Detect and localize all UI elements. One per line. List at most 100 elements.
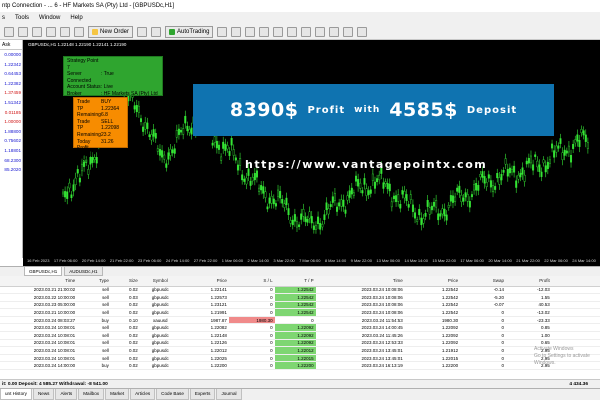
- tab-market[interactable]: Market: [105, 389, 130, 400]
- navigator-icon[interactable]: [60, 26, 70, 37]
- zoom-out-icon[interactable]: [273, 26, 284, 37]
- bar-chart-icon[interactable]: [217, 26, 228, 37]
- templates-icon[interactable]: [357, 26, 368, 37]
- candlestick-icon[interactable]: [231, 26, 242, 37]
- menu-item-tools[interactable]: Tools: [15, 15, 29, 21]
- table-row[interactable]: 2023.03.24 10:08:01 sell 0.02 gbpusdc 1.2202…: [0, 354, 600, 363]
- history-column-header[interactable]: Profit: [505, 276, 552, 287]
- market-watch-ask-value[interactable]: 1.88800: [0, 127, 22, 137]
- history-cell: 1.22542: [404, 308, 461, 317]
- terminal-icon[interactable]: [74, 26, 84, 37]
- profiles-icon[interactable]: [18, 26, 28, 37]
- market-watch-ask-value[interactable]: 0.01185: [0, 108, 22, 118]
- tile-windows-icon[interactable]: [287, 26, 298, 37]
- time-axis-label: 1 Mar 06:00: [221, 258, 244, 263]
- history-cell: 1.22542: [274, 308, 316, 317]
- history-column-header[interactable]: [551, 276, 600, 287]
- market-watch-icon[interactable]: [32, 26, 42, 37]
- table-row[interactable]: 2023.03.24 10:08:01 sell 0.02 gbpusdc 1.2201…: [0, 346, 600, 355]
- autotrading-button[interactable]: AutoTrading: [165, 25, 214, 38]
- tab-gbpusdc[interactable]: GBPUSDc,H1: [24, 267, 63, 276]
- candle-body: [439, 213, 442, 217]
- menu-item-file[interactable]: s: [2, 15, 5, 21]
- candle-body: [373, 181, 376, 189]
- trade-label: Remaining: [77, 131, 101, 138]
- data-window-icon[interactable]: [46, 26, 56, 37]
- market-watch-ask-value[interactable]: 1.00000: [0, 117, 22, 127]
- candle-body: [361, 190, 364, 194]
- market-watch-ask-value[interactable]: 1.22342: [0, 60, 22, 70]
- candle-body: [251, 177, 254, 182]
- tab-code-base[interactable]: Code Base: [156, 389, 189, 400]
- market-watch-ask-value[interactable]: 0.64453: [0, 69, 22, 79]
- candle-body: [411, 204, 414, 212]
- tab-mailbox[interactable]: Mailbox: [78, 389, 105, 400]
- history-column-header[interactable]: T / P: [274, 276, 316, 287]
- history-column-header[interactable]: Swap: [460, 276, 506, 287]
- history-column-header[interactable]: Size: [110, 276, 140, 287]
- history-column-header[interactable]: Symbol: [139, 276, 181, 287]
- new-order-button[interactable]: New Order: [88, 25, 134, 38]
- history-cell: 2023.03.24 08:03:27: [0, 316, 78, 325]
- menu-bar: s Tools Window Help: [0, 12, 600, 24]
- history-column-header[interactable]: Type: [77, 276, 111, 287]
- table-row[interactable]: 2023.03.21 21:00:02 sell 0.02 gbpusdc 1.2214…: [0, 286, 600, 295]
- tab-news[interactable]: News: [32, 389, 55, 400]
- candle-body: [245, 177, 248, 185]
- tab-audusdc[interactable]: AUDUSDc,H1: [64, 267, 103, 276]
- history-column-header[interactable]: Time: [0, 276, 78, 287]
- candle-body: [230, 138, 233, 146]
- strategy-tester-icon[interactable]: [151, 26, 162, 37]
- autoscroll-icon[interactable]: [301, 26, 312, 37]
- candle-body: [342, 199, 345, 207]
- history-cell: 0.02: [110, 286, 140, 295]
- line-chart-icon[interactable]: [245, 26, 256, 37]
- market-watch-ask-value[interactable]: 0.75602: [0, 136, 22, 146]
- tab-articles[interactable]: Articles: [130, 389, 156, 400]
- history-cell: 2023.03.24 13:45:01: [315, 346, 405, 355]
- candle-body: [433, 201, 436, 207]
- time-axis-label: 8 Mar 14:00: [324, 258, 347, 263]
- history-cell: 1.22015: [274, 354, 316, 363]
- market-watch-ask-value[interactable]: 1.18801: [0, 146, 22, 156]
- candle-body: [557, 145, 560, 149]
- tab-alerts[interactable]: Alerts: [55, 389, 78, 400]
- menu-item-help[interactable]: Help: [70, 15, 82, 21]
- table-row[interactable]: 2023.03.24 08:03:27 buy 0.10 xauusd 1987.87 1…: [0, 316, 600, 325]
- new-chart-icon[interactable]: [4, 26, 14, 37]
- price-chart[interactable]: GBPUSDc,H1 1.22148 1.22190 1.22141 1.221…: [23, 40, 600, 266]
- tab-unt-history[interactable]: unt History: [0, 389, 32, 400]
- indicators-icon[interactable]: [329, 26, 340, 37]
- table-row[interactable]: 2023.03.21 10:00:00 sell 0.02 gbpusdc 1.2199…: [0, 308, 600, 317]
- market-watch-ask-value[interactable]: 85.2020: [0, 165, 22, 175]
- table-row[interactable]: 2023.03.24 10:08:01 sell 0.02 gbpusdc 1.2212…: [0, 339, 600, 348]
- history-column-header[interactable]: Price: [404, 276, 461, 287]
- history-column-header[interactable]: Time: [315, 276, 405, 287]
- menu-item-window[interactable]: Window: [39, 15, 60, 21]
- metaeditor-icon[interactable]: [137, 26, 148, 37]
- chart-tabs: GBPUSDc,H1 AUDUSDc,H1: [0, 266, 600, 276]
- table-row[interactable]: 2023.03.24 10:08:01 sell 0.02 gbpusdc 1.2214…: [0, 331, 600, 340]
- zoom-in-icon[interactable]: [259, 26, 270, 37]
- tab-journal[interactable]: Journal: [216, 389, 242, 400]
- market-watch-ask-value[interactable]: 1.37459: [0, 88, 22, 98]
- periods-icon[interactable]: [343, 26, 354, 37]
- table-row[interactable]: 2023.03.22 10:00:00 sell 0.03 gbpusdc 1.2257…: [0, 293, 600, 302]
- candle-body: [489, 180, 492, 188]
- market-watch-ask-value[interactable]: 1.51342: [0, 98, 22, 108]
- candle-body: [165, 163, 168, 168]
- table-row[interactable]: 2023.03.23 05:00:00 sell 0.02 gbpusdc 1.2312…: [0, 301, 600, 310]
- table-row[interactable]: 2023.03.24 10:08:01 sell 0.02 gbpusdc 1.2208…: [0, 323, 600, 333]
- candle-body: [428, 207, 431, 215]
- table-row[interactable]: 2023.03.24 14:00:00 buy 0.02 gbpusdc 1.22200…: [0, 361, 600, 371]
- history-column-header[interactable]: S / L: [228, 276, 275, 287]
- history-cell: 1.22200: [274, 361, 316, 371]
- history-column-header[interactable]: Price: [180, 276, 229, 287]
- chart-shift-icon[interactable]: [315, 26, 326, 37]
- market-watch-ask-value[interactable]: 0.00000: [0, 50, 22, 60]
- market-watch-ask-value[interactable]: 1.22382: [0, 79, 22, 89]
- tab-experts[interactable]: Experts: [189, 389, 216, 400]
- candle-body: [293, 214, 296, 222]
- trade-label: Remaining: [77, 112, 101, 119]
- market-watch-ask-value[interactable]: 68.2300: [0, 156, 22, 166]
